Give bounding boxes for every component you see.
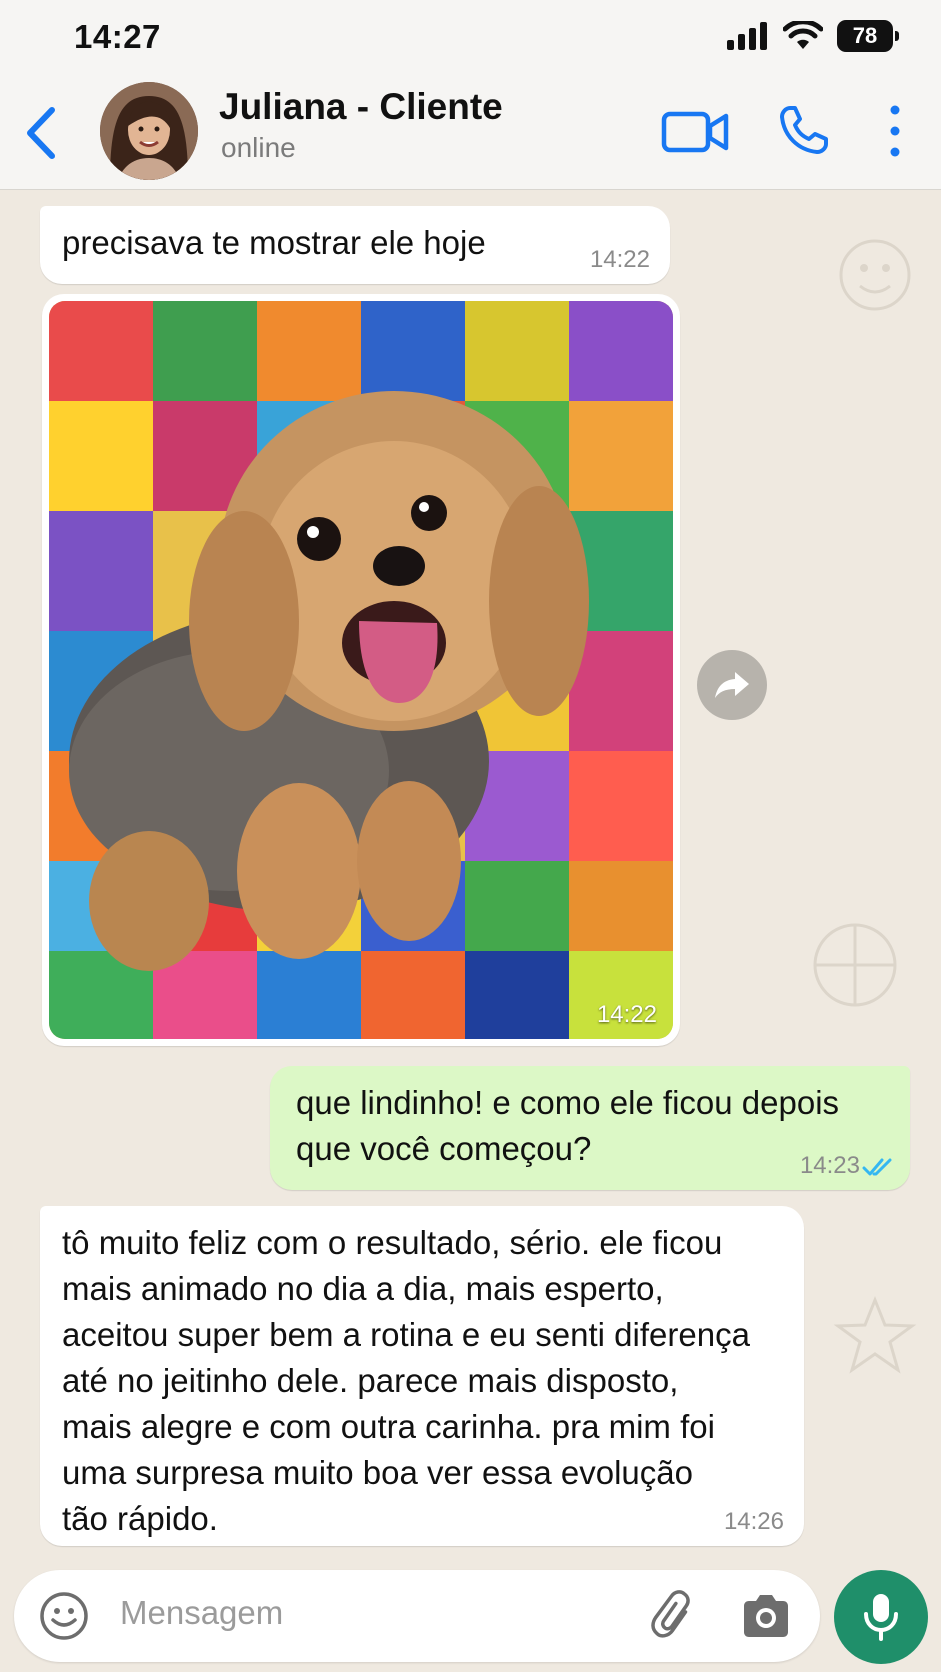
message-line: uma surpresa muito boa ver essa evolução bbox=[62, 1454, 693, 1491]
outgoing-message[interactable]: que lindinho! e como ele ficou depois qu… bbox=[270, 1066, 910, 1190]
status-bar: 14:27 78 bbox=[0, 0, 941, 78]
dog-photo[interactable]: 14:22 bbox=[49, 301, 673, 1039]
message-time: 14:22 bbox=[589, 246, 650, 273]
video-call-icon[interactable] bbox=[660, 106, 730, 158]
message-line: até no jeitinho dele. parece mais dispos… bbox=[62, 1362, 679, 1399]
message-line: tão rápido. bbox=[62, 1500, 218, 1537]
battery-indicator: 78 bbox=[837, 20, 899, 52]
forward-button[interactable] bbox=[697, 650, 767, 720]
message-line: mais alegre e com outra carinha. pra mim… bbox=[62, 1408, 715, 1445]
back-arrow-icon[interactable] bbox=[18, 102, 64, 164]
chat-area[interactable]: precisava te mostrar ele hoje 14:22 14:2… bbox=[0, 190, 941, 1570]
camera-icon[interactable] bbox=[740, 1592, 792, 1640]
message-line: mais animado no dia a dia, mais esperto, bbox=[62, 1270, 664, 1307]
more-options-icon[interactable] bbox=[880, 102, 910, 160]
message-time: 14:22 bbox=[596, 1001, 657, 1028]
contact-name[interactable]: Juliana - Cliente bbox=[219, 86, 503, 128]
read-receipt-icon bbox=[862, 1158, 892, 1176]
wallpaper-doodle-icon bbox=[813, 923, 897, 1007]
message-time: 14:23 bbox=[799, 1152, 860, 1179]
phone-icon[interactable] bbox=[776, 102, 832, 158]
message-time: 14:26 bbox=[723, 1508, 784, 1535]
forward-arrow-icon bbox=[715, 672, 749, 698]
message-placeholder: Mensagem bbox=[120, 1594, 284, 1631]
contact-status: online bbox=[221, 132, 296, 163]
emoji-icon[interactable] bbox=[38, 1590, 90, 1642]
wallpaper-doodle-icon bbox=[833, 1295, 917, 1374]
message-input[interactable]: Mensagem bbox=[14, 1570, 820, 1662]
contact-avatar[interactable] bbox=[100, 82, 198, 180]
wallpaper-doodle-icon bbox=[839, 239, 911, 311]
message-text: precisava te mostrar ele hoje bbox=[62, 224, 486, 261]
message-line: que lindinho! e como ele ficou depois bbox=[296, 1084, 840, 1121]
microphone-icon bbox=[864, 1594, 898, 1641]
cellular-signal-icon bbox=[727, 22, 767, 50]
attachment-icon[interactable] bbox=[648, 1590, 700, 1642]
message-line: tô muito feliz com o resultado, sério. e… bbox=[62, 1224, 723, 1261]
status-icons: 78 bbox=[727, 20, 899, 52]
status-time: 14:27 bbox=[74, 18, 161, 55]
battery-level: 78 bbox=[852, 23, 878, 48]
incoming-message[interactable]: tô muito feliz com o resultado, sério. e… bbox=[40, 1206, 804, 1546]
incoming-message[interactable]: precisava te mostrar ele hoje 14:22 bbox=[40, 206, 670, 284]
voice-message-button[interactable] bbox=[834, 1570, 928, 1664]
chat-header: Juliana - Cliente online bbox=[0, 78, 941, 190]
incoming-image-message[interactable]: 14:22 bbox=[42, 294, 680, 1046]
message-line: aceitou super bem a rotina e eu senti di… bbox=[62, 1316, 750, 1353]
composer-bar: Mensagem bbox=[0, 1570, 941, 1672]
wifi-icon bbox=[783, 21, 823, 49]
message-line: que você começou? bbox=[296, 1130, 592, 1167]
